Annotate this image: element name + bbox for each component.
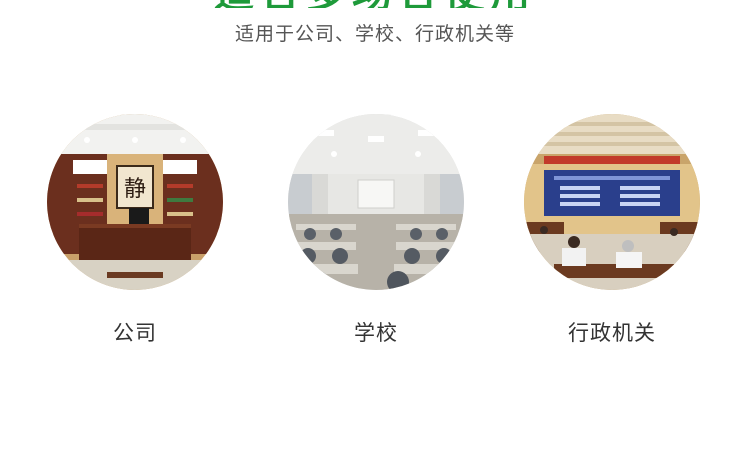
venue-card-school: 学校 (286, 114, 466, 345)
page-subtitle: 适用于公司、学校、行政机关等 (234, 23, 515, 45)
page-headline: 适合多场合使用 (0, 0, 750, 8)
venue-card-government: 行政机关 (522, 114, 702, 345)
headline-clip: 适合多场合使用 (0, 0, 750, 8)
venue-label-company: 公司 (113, 321, 157, 345)
venue-card-company: 静 公司 (45, 114, 225, 345)
venue-label-school: 学校 (354, 321, 398, 345)
venue-label-government: 行政机关 (568, 321, 656, 345)
conference-room-photo (524, 114, 700, 290)
office-photo: 静 (47, 114, 223, 290)
calligraphy-art: 静 (124, 177, 146, 202)
classroom-photo (288, 114, 464, 290)
